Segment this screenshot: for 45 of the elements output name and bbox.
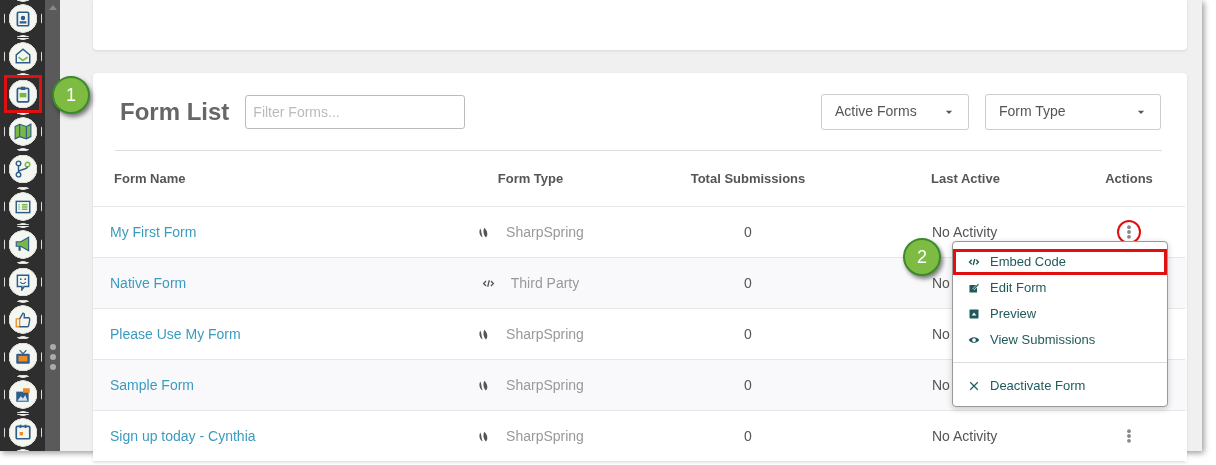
filter-dropdown[interactable]: Active Forms [821,93,969,130]
kebab-icon [1127,429,1131,443]
submission-count: 0 [744,273,752,293]
drag-handle-icon[interactable] [48,343,57,371]
sidebar-item[interactable] [3,75,42,113]
form-type-text: SharpSpring [506,324,584,344]
eye-icon [968,334,980,346]
code-icon [968,256,980,268]
column-header: Form Name [93,151,423,207]
preview-icon [968,308,980,320]
menu-item[interactable]: Deactivate Form [953,373,1167,399]
form-type-text: SharpSpring [506,426,584,446]
kebab-icon [1127,225,1131,239]
filter-dropdown[interactable]: Form Type [985,93,1161,130]
form-type-text: SharpSpring [506,222,584,242]
close-icon [968,380,980,392]
thumbs-up-icon [13,310,32,329]
form-type-text: Third Party [510,273,580,293]
last-active-text: No [932,324,950,344]
submission-count: 0 [744,375,752,395]
branch-icon [13,160,32,179]
megaphone-icon [13,235,32,254]
menu-item[interactable]: Embed Code [953,249,1167,275]
menu-item[interactable]: Preview [953,301,1167,327]
last-active-text: No [932,375,950,395]
column-header: Actions [1073,151,1185,207]
tv-icon [13,348,32,367]
filter-field[interactable]: Filter Forms... [245,94,466,129]
column-header: Form Type [423,151,638,207]
page-title: Form List [120,96,230,127]
form-type-text: SharpSpring [506,375,584,395]
edit-icon [968,282,980,294]
column-header: Total Submissions [638,151,858,207]
map-icon [13,122,32,141]
menu-item[interactable]: Edit Form [953,275,1167,301]
submission-count: 0 [744,426,752,446]
column-header: Last Active [858,151,1073,207]
submission-count: 0 [744,324,752,344]
last-active-text: No Activity [932,426,998,446]
image-icon [13,385,32,404]
last-active-text: No [932,273,950,293]
submission-count: 0 [744,222,752,242]
menu-item[interactable]: View Submissions [953,327,1167,353]
envelope-icon [13,47,32,66]
calendar-icon [13,423,32,442]
